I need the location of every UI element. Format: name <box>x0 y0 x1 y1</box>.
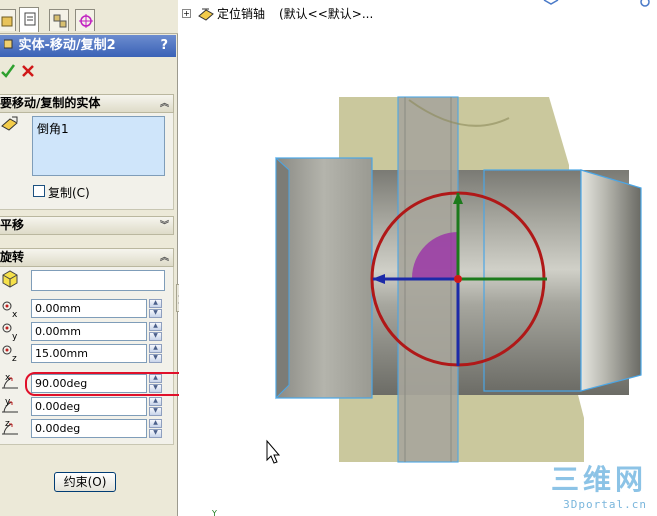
svg-text:z: z <box>5 419 10 429</box>
z-origin-icon: z <box>0 342 20 367</box>
x-origin-spinner[interactable]: ▲ ▼ <box>149 299 162 318</box>
z-origin-spinner[interactable]: ▲ ▼ <box>149 344 162 363</box>
svg-text:x: x <box>5 373 11 383</box>
part-right-cap <box>580 169 642 392</box>
svg-text:y: y <box>12 332 18 342</box>
copy-checkbox[interactable] <box>33 185 45 197</box>
highlight-annotation <box>25 372 189 396</box>
tab-feature-manager[interactable] <box>0 9 16 31</box>
model-scene[interactable]: Y <box>179 0 657 516</box>
crosshair-icon <box>79 14 93 28</box>
part-configuration: (默认<<默认>... <box>279 7 374 21</box>
group-title-translate: 平移 <box>0 218 25 232</box>
watermark-logo-text: 三维网 <box>550 463 647 496</box>
group-header-translate[interactable]: 平移 ︾ <box>0 216 174 235</box>
z-angle-spinner[interactable]: ▲ ▼ <box>149 419 162 438</box>
view-orientation-icon <box>640 0 650 7</box>
tab-configuration-manager[interactable] <box>49 9 69 31</box>
title-text: 实体-移动/复制2 <box>18 38 116 53</box>
part-name: 定位销轴 <box>217 7 266 21</box>
group-title-bodies: 要移动/复制的实体 <box>0 96 101 110</box>
y-angle-field[interactable]: 0.00deg <box>31 397 147 416</box>
expand-chevron-icon: ︾ <box>159 221 169 231</box>
copy-checkbox-label[interactable]: 复制(C) <box>48 184 90 201</box>
constraints-button[interactable]: 约束(O) <box>54 472 116 492</box>
watermark-logo: 三维网 3Dportal.cn <box>551 458 647 511</box>
svg-text:x: x <box>12 310 18 320</box>
expand-icon[interactable]: + <box>182 9 191 18</box>
part-icon <box>197 6 215 26</box>
tab-dimxpert-manager[interactable] <box>75 9 95 31</box>
group-title-rotate: 旋转 <box>0 250 25 264</box>
svg-text:y: y <box>5 397 11 407</box>
y-origin-field[interactable]: 0.00mm <box>31 322 147 341</box>
z-origin-field[interactable]: 15.00mm <box>31 344 147 363</box>
ok-button[interactable] <box>0 62 16 80</box>
list-item[interactable]: 倒角1 <box>37 120 160 137</box>
rotation-reference-field[interactable] <box>31 270 165 291</box>
y-angle-spinner[interactable]: ▲ ▼ <box>149 397 162 416</box>
mouse-cursor-icon <box>266 439 281 464</box>
x-origin-field[interactable]: 0.00mm <box>31 299 147 318</box>
z-angle-icon: z <box>0 416 22 441</box>
check-icon <box>1 64 16 78</box>
property-manager-title: 实体-移动/复制2 ? <box>0 35 176 57</box>
graphics-viewport[interactable]: Y + 定位销轴 (默认<<默认>... 三维网 3Dportal.cn <box>179 0 657 516</box>
collapse-chevron-icon: ︽ <box>159 253 169 263</box>
property-manager: 实体-移动/复制2 ? 要移动/复制的实体 ︽ 倒角1 复制(C) 平移 ︾ 旋… <box>0 0 189 516</box>
reference-vertex-icon <box>0 269 20 292</box>
close-icon <box>22 65 34 77</box>
collapse-chevron-icon: ︽ <box>159 99 169 109</box>
group-header-bodies[interactable]: 要移动/复制的实体 ︽ <box>0 94 174 113</box>
property-manager-icon <box>24 12 36 26</box>
cancel-button[interactable] <box>20 62 36 80</box>
tab-property-manager[interactable] <box>19 7 39 32</box>
configuration-icon <box>53 14 67 28</box>
y-origin-spinner[interactable]: ▲ ▼ <box>149 322 162 341</box>
selected-bodies-list[interactable]: 倒角1 <box>32 116 165 176</box>
manager-tabs <box>0 0 178 34</box>
watermark-url: 3Dportal.cn <box>563 498 647 511</box>
help-button[interactable]: ? <box>160 35 168 57</box>
triad-origin <box>454 275 462 283</box>
view-indicator-icon <box>543 0 559 5</box>
group-header-rotate[interactable]: 旋转 ︽ <box>0 248 174 267</box>
svg-text:z: z <box>12 354 17 364</box>
z-angle-field[interactable]: 0.00deg <box>31 419 147 438</box>
feature-tree-icon <box>1 16 13 27</box>
part-left-boss <box>275 157 373 399</box>
axis-glyph: Y <box>211 509 217 516</box>
solid-bodies-icon <box>0 114 20 137</box>
x-angle-icon: x <box>0 370 22 395</box>
move-copy-icon <box>3 37 14 51</box>
